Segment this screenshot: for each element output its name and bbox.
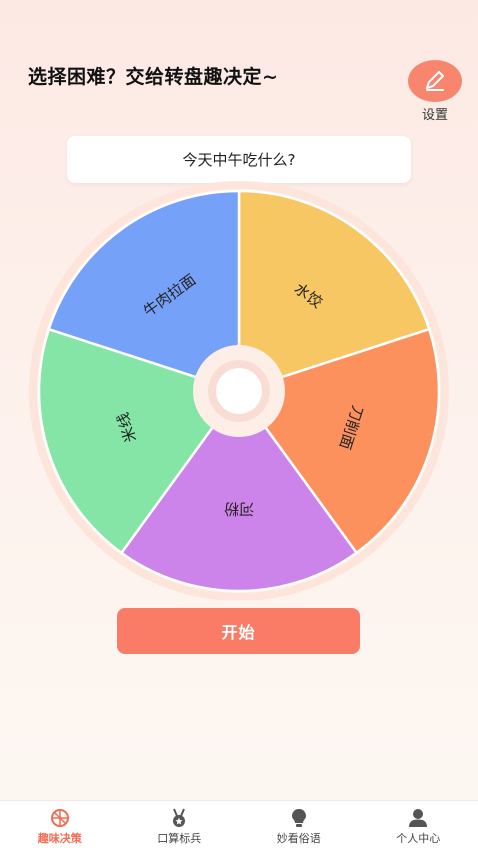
start-button[interactable]: 开始 (117, 608, 360, 654)
tab-label: 妙看俗语 (277, 830, 321, 846)
bottom-tab-bar: 趣味决策 口算标兵 妙看俗语 个人中心 (0, 800, 478, 851)
user-icon (407, 808, 429, 828)
spin-wheel[interactable]: 水饺刀削面河粉米线牛肉拉面 (0, 0, 478, 600)
wheel-icon (49, 808, 71, 828)
tab-label: 个人中心 (396, 830, 440, 846)
tab-profile[interactable]: 个人中心 (359, 801, 478, 851)
wheel-area: 水饺刀削面河粉米线牛肉拉面 (0, 0, 478, 600)
tab-arithmetic[interactable]: 口算标兵 (120, 801, 240, 851)
tab-decision[interactable]: 趣味决策 (0, 801, 120, 851)
tab-label: 口算标兵 (157, 830, 201, 846)
tab-proverbs[interactable]: 妙看俗语 (239, 801, 359, 851)
medal-icon (168, 808, 190, 828)
wheel-segment-label: 河粉 (224, 500, 254, 518)
bulb-icon (288, 808, 310, 828)
tab-label: 趣味决策 (38, 830, 82, 846)
